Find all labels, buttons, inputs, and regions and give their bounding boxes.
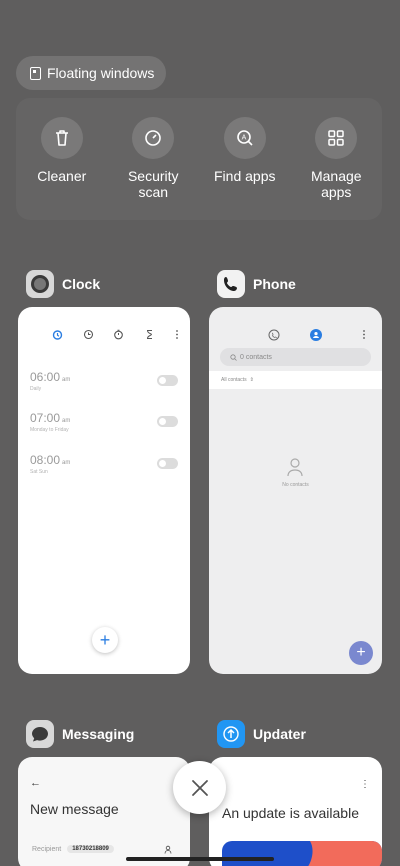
manage-apps-action[interactable]: Manage apps	[295, 117, 377, 220]
timer-tab-icon[interactable]	[144, 329, 155, 340]
add-contact-button[interactable]: +	[349, 641, 373, 665]
home-indicator[interactable]	[126, 857, 274, 861]
svg-text:A: A	[241, 135, 246, 142]
messaging-app-header[interactable]: Messaging	[26, 720, 134, 748]
add-contact-icon[interactable]	[164, 845, 172, 854]
back-arrow-icon[interactable]: ←	[30, 777, 41, 789]
update-available-text: An update is available	[222, 805, 359, 821]
updater-app-header[interactable]: Updater	[217, 720, 306, 748]
alarm-toggle[interactable]	[157, 416, 178, 427]
close-icon	[191, 779, 208, 796]
floating-windows-label: Floating windows	[47, 65, 155, 81]
more-menu-icon[interactable]	[174, 329, 180, 340]
floating-windows-button[interactable]: Floating windows	[16, 56, 166, 90]
alarm-row[interactable]: 08:00 am Sat Sun	[30, 453, 178, 483]
new-message-title: New message	[30, 801, 119, 817]
clock-app-icon	[26, 270, 54, 298]
recipient-chip[interactable]: 18730218809	[67, 845, 114, 853]
search-icon	[230, 353, 237, 361]
shield-gauge-icon	[132, 117, 175, 159]
clock-app-name: Clock	[62, 276, 101, 292]
updater-app-icon	[217, 720, 245, 748]
security-scan-action[interactable]: Security scan	[112, 117, 194, 220]
updater-preview-card[interactable]: ⋮ An update is available	[209, 757, 382, 866]
close-all-button[interactable]	[173, 761, 226, 814]
alarm-row[interactable]: 07:00 am Monday to Friday	[30, 411, 178, 441]
updater-app-name: Updater	[253, 726, 306, 742]
empty-contacts-text: No contacts	[282, 482, 309, 488]
more-menu-icon[interactable]: ⋮	[360, 779, 370, 790]
alarm-toggle[interactable]	[157, 458, 178, 469]
quick-actions-panel: Cleaner Security scan A Find apps Manage…	[16, 98, 382, 220]
update-banner-image	[222, 841, 382, 866]
messaging-app-name: Messaging	[62, 726, 135, 742]
clock-app-header[interactable]: Clock	[26, 270, 100, 298]
trash-icon	[40, 117, 83, 159]
recipient-label: Recipient	[32, 845, 62, 853]
alarm-repeat: Monday to Friday	[30, 427, 69, 433]
floating-window-icon	[30, 66, 41, 80]
messaging-app-icon	[26, 720, 54, 748]
alarm-repeat: Daily	[30, 386, 42, 392]
search-placeholder: 0 contacts	[240, 353, 272, 361]
alarm-time: 08:00 am	[30, 453, 71, 467]
messaging-preview-card[interactable]: ← New message Recipient 18730218809	[18, 757, 190, 866]
find-apps-icon: A	[223, 117, 266, 159]
phone-app-icon	[217, 270, 245, 298]
recipient-row[interactable]: Recipient 18730218809	[32, 845, 114, 853]
find-apps-action[interactable]: A Find apps	[204, 117, 286, 220]
alarm-repeat: Sat Sun	[30, 469, 48, 475]
clock-preview-card[interactable]: 06:00 am Daily 07:00 am Monday to Friday 0…	[18, 307, 190, 674]
contacts-filter[interactable]: All contacts ⇕	[209, 371, 382, 389]
person-icon	[287, 458, 303, 477]
more-menu-icon[interactable]	[361, 329, 367, 340]
alarm-time: 07:00 am	[30, 411, 71, 425]
chevron-icon: ⇕	[249, 377, 254, 383]
cleaner-action[interactable]: Cleaner	[21, 117, 103, 220]
alarm-time: 06:00 am	[30, 370, 71, 384]
alarm-toggle[interactable]	[157, 375, 178, 386]
cleaner-label: Cleaner	[37, 168, 87, 184]
contacts-tab-icon[interactable]	[310, 329, 322, 341]
recents-tab-icon[interactable]	[268, 329, 280, 341]
clock-tabs	[52, 329, 180, 340]
filter-label: All contacts	[221, 377, 247, 383]
phone-app-name: Phone	[253, 276, 296, 292]
stopwatch-tab-icon[interactable]	[113, 329, 124, 340]
phone-preview-card[interactable]: 0 contacts All contacts ⇕ No contacts +	[209, 307, 382, 674]
manage-apps-label: Manage apps	[310, 168, 362, 200]
contacts-search-input[interactable]: 0 contacts	[220, 348, 371, 366]
grid-icon	[315, 117, 358, 159]
find-apps-label: Find apps	[214, 168, 276, 184]
phone-app-header[interactable]: Phone	[217, 270, 296, 298]
alarm-tab-icon[interactable]	[52, 329, 63, 340]
add-alarm-button[interactable]: +	[92, 627, 118, 653]
security-scan-label: Security scan	[127, 168, 179, 200]
alarm-row[interactable]: 06:00 am Daily	[30, 370, 178, 400]
world-clock-tab-icon[interactable]	[83, 329, 94, 340]
